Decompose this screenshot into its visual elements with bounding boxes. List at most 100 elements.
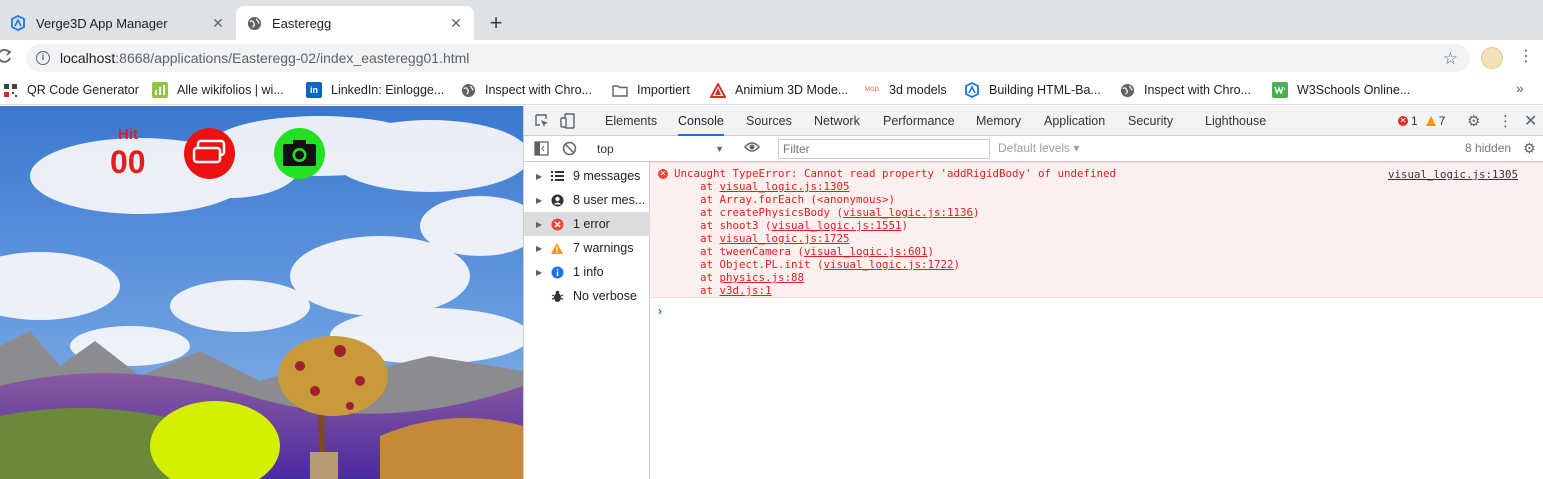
camera-icon — [283, 140, 316, 166]
stack-frame-text: at — [674, 271, 720, 284]
hidden-count: 8 hidden — [1465, 141, 1512, 155]
reset-button[interactable] — [184, 128, 235, 179]
caret-right-icon: ▶ — [536, 243, 543, 253]
bookmark-building-html[interactable]: Building HTML-Ba... — [964, 81, 1101, 99]
sidebar-item-errors[interactable]: ▶ 1 error — [524, 212, 650, 236]
close-devtools-icon[interactable]: ✕ — [1524, 111, 1537, 131]
filter-input[interactable]: Filter — [778, 139, 990, 159]
stack-frame-link[interactable]: visual_logic.js:1725 — [720, 232, 850, 245]
sidebar-item-info[interactable]: ▶ 1 info — [524, 260, 650, 284]
stack-frame-link[interactable]: physics.js:88 — [720, 271, 805, 284]
sidebar-item-verbose[interactable]: No verbose — [524, 284, 650, 308]
stack-frame: at Object.PL.init (visual_logic.js:1722) — [674, 258, 960, 271]
bookmark-linkedin[interactable]: in LinkedIn: Einlogge... — [306, 81, 444, 99]
bookmark-qr-code-generator[interactable]: QR Code Generator — [2, 81, 139, 99]
reload-icon[interactable] — [0, 48, 16, 68]
console-prompt[interactable]: › — [658, 304, 662, 318]
inspect-element-icon[interactable] — [534, 113, 550, 129]
stack-frame-link[interactable]: visual_logic.js:1136 — [843, 206, 973, 219]
qr-icon — [2, 82, 18, 98]
caret-right-icon: ▶ — [536, 219, 543, 229]
bookmark-star-icon[interactable]: ☆ — [1443, 49, 1458, 69]
bookmark-wikifolios[interactable]: Alle wikifolios | wi... — [152, 81, 284, 99]
console-output[interactable]: ✕ Uncaught TypeError: Cannot read proper… — [650, 162, 1543, 479]
bookmark-w3schools[interactable]: W3Schools Online... — [1272, 81, 1410, 99]
stack-frame-text: at — [674, 232, 720, 245]
tab-performance[interactable]: Performance — [883, 106, 955, 136]
stack-frame-link[interactable]: v3d.js:1 — [720, 284, 772, 297]
animium-icon — [710, 82, 726, 98]
eye-icon[interactable] — [744, 141, 760, 156]
stack-frame-link[interactable]: visual_logic.js:1551 — [772, 219, 902, 232]
browser-menu-icon[interactable]: ⋮ — [1518, 48, 1534, 66]
globe-icon — [460, 82, 476, 98]
stack-frame-text: ) — [901, 219, 909, 232]
stack-frame-text: at createPhysicsBody ( — [674, 206, 844, 219]
globe-icon — [1119, 82, 1135, 98]
tab-security[interactable]: Security — [1128, 106, 1173, 136]
tab-easteregg[interactable]: Easteregg ✕ — [236, 6, 474, 40]
info-icon — [550, 265, 564, 279]
bookmark-animium[interactable]: Animium 3D Mode... — [710, 81, 848, 99]
error-text: Uncaught TypeError: Cannot read property… — [674, 167, 1117, 180]
tab-elements[interactable]: Elements — [605, 106, 657, 136]
avatar[interactable] — [1481, 47, 1503, 69]
warning-icon — [550, 241, 564, 255]
device-toolbar-icon[interactable] — [560, 113, 576, 129]
tab-application[interactable]: Application — [1044, 106, 1105, 136]
stack-frame-link[interactable]: visual_logic.js:1722 — [824, 258, 954, 271]
camera-button[interactable] — [274, 128, 325, 179]
stack-frame: at visual_logic.js:1725 — [674, 232, 850, 245]
close-icon[interactable]: ✕ — [210, 15, 226, 31]
tab-console[interactable]: Console — [678, 106, 724, 136]
sidebar-item-messages[interactable]: ▶ 9 messages — [524, 164, 650, 188]
sidebar-item-user-messages[interactable]: ▶ 8 user mes... — [524, 188, 650, 212]
new-tab-button[interactable]: + — [484, 12, 508, 36]
stack-frame-text: ) — [953, 258, 961, 271]
tab-verge3d-app-manager[interactable]: Verge3D App Manager ✕ — [0, 6, 236, 40]
stack-frame-text: ) — [973, 206, 980, 219]
stack-frame: at tweenCamera (visual_logic.js:601) — [674, 245, 934, 258]
console-settings-icon[interactable]: ⚙ — [1523, 140, 1536, 157]
stack-frame-link[interactable]: visual_logic.js:1305 — [720, 180, 850, 193]
bookmarks-bar: QR Code Generator Alle wikifolios | wi..… — [0, 76, 1543, 105]
stack-frame: at Array.forEach (<anonymous>) — [674, 193, 895, 206]
devtools-menu-icon[interactable]: ⋮ — [1498, 112, 1513, 130]
bookmarks-overflow-icon[interactable]: » — [1516, 80, 1524, 96]
bookmark-3d-models[interactable]: MOD 3d models — [864, 81, 947, 99]
clear-console-icon[interactable] — [562, 141, 578, 157]
stack-frame-text: at tweenCamera ( — [674, 245, 805, 258]
info-icon[interactable]: i — [36, 51, 50, 65]
verge3d-icon — [964, 82, 980, 98]
stack-frame: at shoot3 (visual_logic.js:1551) — [674, 219, 908, 232]
app-viewport[interactable]: Hit 00 — [0, 106, 523, 479]
cards-icon — [192, 139, 226, 164]
sidebar-item-warnings[interactable]: ▶ 7 warnings — [524, 236, 650, 260]
console-filter-bar: top ▼ Filter Default levels ▾ 8 hidden ⚙ — [524, 136, 1543, 162]
verge3d-icon — [10, 15, 26, 31]
hit-label: Hit — [118, 126, 138, 143]
stack-frame-text: at — [674, 180, 720, 193]
error-count: 1 — [1411, 114, 1418, 128]
stack-frame-link[interactable]: visual_logic.js:601 — [804, 245, 928, 258]
bookmark-inspect-chrome-2[interactable]: Inspect with Chro... — [1119, 81, 1251, 99]
address-bar[interactable]: i localhost:8668/applications/Easteregg-… — [26, 44, 1470, 72]
warning-icon — [1425, 116, 1436, 126]
log-levels-select[interactable]: Default levels ▾ — [998, 141, 1079, 155]
tab-sources[interactable]: Sources — [746, 106, 792, 136]
w3schools-icon — [1272, 82, 1288, 98]
close-icon[interactable]: ✕ — [448, 15, 464, 31]
scene-backdrop — [0, 106, 523, 479]
tab-lighthouse[interactable]: Lighthouse — [1205, 106, 1266, 136]
bookmark-inspect-chrome-1[interactable]: Inspect with Chro... — [460, 81, 592, 99]
issue-counts[interactable]: ✕ 1 7 — [1398, 114, 1445, 128]
tab-network[interactable]: Network — [814, 106, 860, 136]
context-select[interactable]: top ▼ — [594, 140, 728, 158]
console-error-message[interactable]: ✕ Uncaught TypeError: Cannot read proper… — [650, 162, 1543, 298]
error-source-link[interactable]: visual_logic.js:1305 — [1388, 168, 1518, 181]
sidebar-toggle-icon[interactable] — [534, 141, 550, 157]
bookmark-importiert[interactable]: Importiert — [612, 81, 690, 99]
tab-memory[interactable]: Memory — [976, 106, 1021, 136]
stack-frame: at visual_logic.js:1305 — [674, 180, 850, 193]
settings-gear-icon[interactable]: ⚙ — [1467, 112, 1480, 130]
